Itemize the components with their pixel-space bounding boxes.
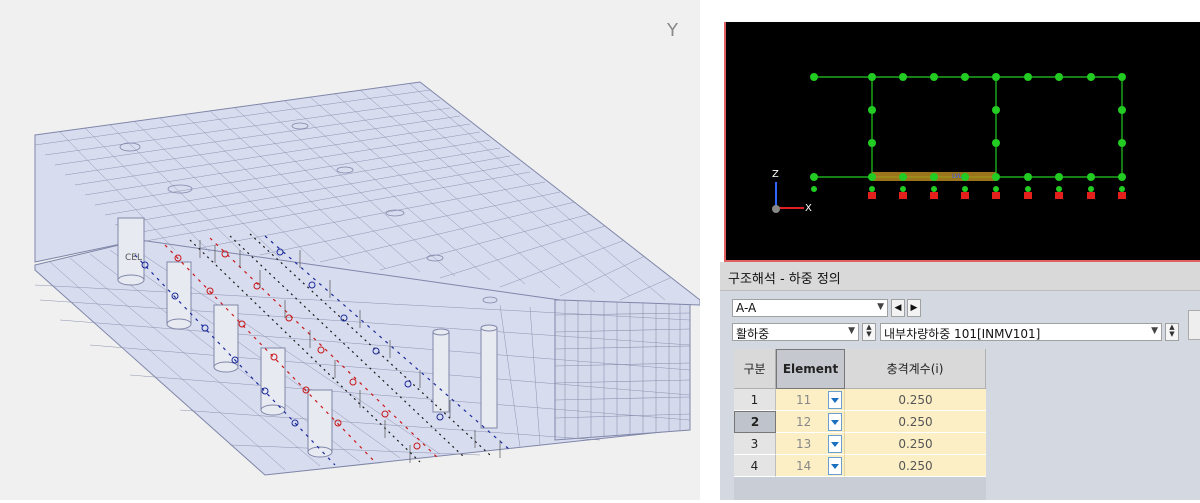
section-canvas: LVL Z X [772,73,1126,214]
frame-lines [814,76,1123,178]
chevron-down-icon: ▼ [877,302,884,312]
column-header-index[interactable]: 구분 [734,349,776,389]
row-index[interactable]: 2 [734,411,776,433]
right-panel: LVL Z X 구조해석 - 하중 정의 A-A ▼ ◀ ▶ 활하중 ▼ ▲▼ [720,0,1200,500]
dialog-title: 구조해석 - 하중 정의 [728,272,841,287]
supports [811,186,1126,199]
section-view[interactable]: LVL Z X [724,22,1200,262]
load-type-value: 활하중 [736,327,770,341]
column-header-impact-factor[interactable]: 충격계수(i) [845,349,986,389]
prev-section-button[interactable]: ◀ [891,299,905,317]
end-wall [554,297,691,441]
axis-z-label: Z [772,169,779,180]
row-index[interactable]: 1 [734,389,776,411]
axis-triad: Z X [772,169,812,214]
section-select-value: A-A [736,301,757,315]
load-definition-dialog: 구조해석 - 하중 정의 A-A ▼ ◀ ▶ 활하중 ▼ ▲ ▼ 내부차량하중 1… [720,262,1200,500]
load-case-value: 내부차량하중 101[INMV101] [884,327,1041,341]
element-dropdown-icon[interactable] [828,457,842,475]
row-index[interactable]: 4 [734,455,776,477]
row-index[interactable]: 3 [734,433,776,455]
view-divider [700,0,720,500]
load-case-select[interactable]: 내부차량하중 101[INMV101] ▼ [880,323,1162,341]
model-3d-viewport[interactable]: CEL Y [0,0,701,500]
chevron-down-icon: ▼ [848,326,855,336]
wheel-load-label: CEL [125,253,142,263]
element-dropdown-icon[interactable] [828,435,842,453]
impact-factor-cell[interactable]: 0.250 [845,411,986,433]
section-select[interactable]: A-A ▼ [732,299,888,317]
load-type-select[interactable]: 활하중 ▼ [732,323,859,341]
side-control[interactable] [1188,310,1200,340]
next-section-button[interactable]: ▶ [907,299,921,317]
impact-factor-cell[interactable]: 0.250 [845,389,986,411]
load-type-spinner[interactable]: ▲ ▼ [862,323,876,341]
impact-factor-table: 구분 Element 충격계수(i) 1 11 0.250 2 12 0.250… [734,349,986,500]
frame-nodes [810,73,1126,181]
load-tag: LVL [952,173,963,180]
model-3d-canvas: CEL [34,81,701,476]
impact-factor-cell[interactable]: 0.250 [845,455,986,477]
dialog-title-bar: 구조해석 - 하중 정의 [720,262,1200,291]
axis-x-label: X [805,203,812,214]
chevron-down-icon: ▼ [1151,326,1158,336]
column-header-element[interactable]: Element [776,349,845,389]
load-case-spinner[interactable]: ▲ ▼ [1165,323,1179,341]
axis-y-label: Y [667,20,678,41]
element-dropdown-icon[interactable] [828,391,842,409]
element-dropdown-icon[interactable] [828,413,842,431]
impact-factor-cell[interactable]: 0.250 [845,433,986,455]
